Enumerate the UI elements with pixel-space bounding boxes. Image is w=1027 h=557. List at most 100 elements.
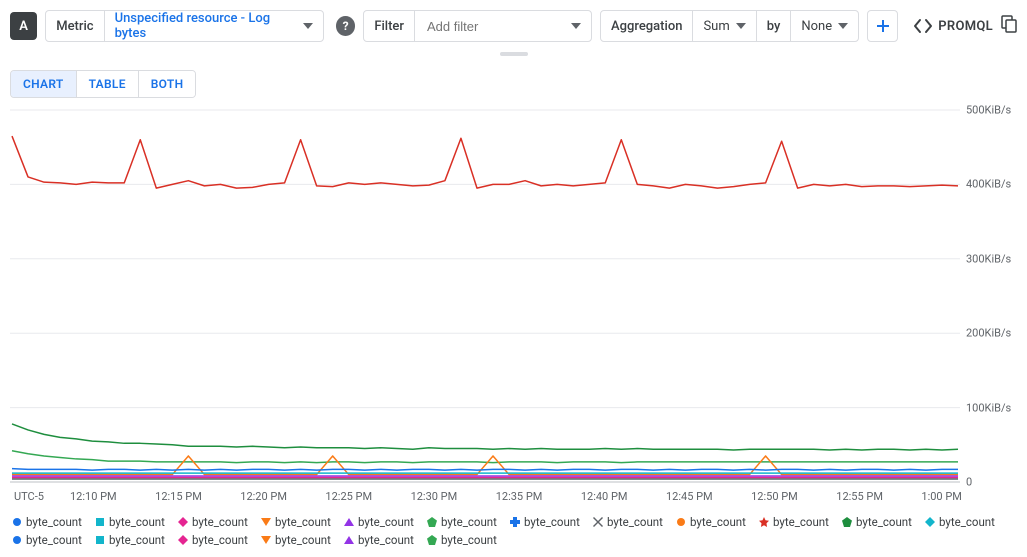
code-icon <box>914 19 932 33</box>
y-tick-label: 100KiB/s <box>966 401 1011 414</box>
x-tick-label: 12:15 PM <box>155 490 202 503</box>
legend-label: byte_count <box>939 515 995 529</box>
legend-label: byte_count <box>441 533 497 547</box>
plus-icon <box>875 18 891 34</box>
legend-label: byte_count <box>441 515 497 529</box>
chart-area: 0100KiB/s200KiB/s300KiB/s400KiB/s500KiB/… <box>10 106 1017 486</box>
legend-item[interactable]: byte_count <box>95 533 178 547</box>
x-tick-label: 12:35 PM <box>496 490 543 503</box>
aggregation-value[interactable]: Sum <box>693 11 756 41</box>
legend-item[interactable]: byte_count <box>842 515 925 529</box>
legend-item[interactable]: byte_count <box>261 533 344 547</box>
legend-item[interactable]: byte_count <box>12 515 95 529</box>
legend-marker-icon <box>676 517 686 527</box>
y-tick-label: 400KiB/s <box>966 178 1011 191</box>
legend-label: byte_count <box>358 515 414 529</box>
legend-item[interactable]: byte_count <box>178 533 261 547</box>
legend-item[interactable]: byte_count <box>593 515 676 529</box>
legend-label: byte_count <box>26 533 82 547</box>
x-axis: UTC-5 12:10 PM12:15 PM12:20 PM12:25 PM12… <box>10 486 1017 511</box>
y-axis-labels: 0100KiB/s200KiB/s300KiB/s400KiB/s500KiB/… <box>962 106 1017 486</box>
legend-label: byte_count <box>607 515 663 529</box>
y-tick-label: 0 <box>966 476 972 489</box>
chevron-down-icon <box>303 23 313 29</box>
legend-marker-icon <box>178 517 188 527</box>
tab-both[interactable]: BOTH <box>139 71 196 97</box>
legend-item[interactable]: byte_count <box>344 515 427 529</box>
legend-item[interactable]: byte_count <box>676 515 759 529</box>
x-tick-label: 12:55 PM <box>836 490 883 503</box>
legend-marker-icon <box>427 535 437 545</box>
legend-item[interactable]: byte_count <box>510 515 593 529</box>
legend-item[interactable]: byte_count <box>427 515 510 529</box>
legend-marker-icon <box>95 517 105 527</box>
legend-label: byte_count <box>275 515 331 529</box>
y-tick-label: 500KiB/s <box>966 104 1011 117</box>
legend-marker-icon <box>344 517 354 527</box>
legend-item[interactable]: byte_count <box>344 533 427 547</box>
legend-label: byte_count <box>773 515 829 529</box>
chevron-down-icon <box>736 23 746 29</box>
legend-item[interactable]: byte_count <box>427 533 510 547</box>
add-query-button[interactable] <box>867 10 898 42</box>
metric-value-text: Unspecified resource - Log bytes <box>115 11 297 41</box>
legend-item[interactable]: byte_count <box>759 515 842 529</box>
x-axis-ticks: 12:10 PM12:15 PM12:20 PM12:25 PM12:30 PM… <box>70 490 962 503</box>
query-badge: A <box>10 12 37 40</box>
legend-marker-icon <box>261 535 271 545</box>
promql-label: PROMQL <box>938 19 993 34</box>
filter-input[interactable] <box>425 18 565 35</box>
line-chart[interactable] <box>10 106 962 486</box>
groupby-label: by <box>757 11 792 41</box>
groupby-value[interactable]: None <box>791 11 858 41</box>
x-tick-label: 12:40 PM <box>581 490 628 503</box>
chevron-down-icon <box>571 23 581 29</box>
timezone-label: UTC-5 <box>14 490 70 503</box>
legend-label: byte_count <box>275 533 331 547</box>
drag-handle[interactable] <box>10 52 1017 60</box>
filter-label: Filter <box>364 11 415 41</box>
metric-label: Metric <box>46 11 104 41</box>
x-tick-label: 12:20 PM <box>240 490 287 503</box>
groupby-value-text: None <box>801 19 832 34</box>
legend-marker-icon <box>344 535 354 545</box>
tab-chart[interactable]: CHART <box>11 71 77 97</box>
legend-label: byte_count <box>26 515 82 529</box>
legend-item[interactable]: byte_count <box>261 515 344 529</box>
filter-selector[interactable]: Filter <box>363 10 592 42</box>
filter-input-wrap[interactable] <box>415 11 591 41</box>
legend-marker-icon <box>95 535 105 545</box>
x-tick-label: 12:45 PM <box>666 490 713 503</box>
view-tabs: CHART TABLE BOTH <box>10 70 196 98</box>
legend-label: byte_count <box>192 515 248 529</box>
legend-item[interactable]: byte_count <box>95 515 178 529</box>
metric-selector[interactable]: Metric Unspecified resource - Log bytes <box>45 10 324 42</box>
copy-button[interactable] <box>1001 15 1017 37</box>
tab-table[interactable]: TABLE <box>77 71 139 97</box>
legend-label: byte_count <box>358 533 414 547</box>
legend-label: byte_count <box>109 515 165 529</box>
legend-label: byte_count <box>109 533 165 547</box>
legend-marker-icon <box>427 517 437 527</box>
x-tick-label: 12:25 PM <box>325 490 372 503</box>
legend-item[interactable]: byte_count <box>925 515 1008 529</box>
help-icon[interactable]: ? <box>336 16 355 36</box>
promql-button[interactable]: PROMQL <box>914 19 993 34</box>
legend-marker-icon <box>759 517 769 527</box>
x-tick-label: 1:00 PM <box>921 490 961 503</box>
aggregation-selector[interactable]: Aggregation Sum by None <box>600 10 859 42</box>
legend-item[interactable]: byte_count <box>178 515 261 529</box>
metric-value[interactable]: Unspecified resource - Log bytes <box>105 11 323 41</box>
legend-marker-icon <box>842 517 852 527</box>
aggregation-value-text: Sum <box>703 19 729 34</box>
legend-marker-icon <box>12 535 22 545</box>
legend-marker-icon <box>925 517 935 527</box>
legend-item[interactable]: byte_count <box>12 533 95 547</box>
legend-marker-icon <box>593 517 603 527</box>
chart-legend: byte_count byte_count byte_count byte_count… <box>10 511 1017 547</box>
query-toolbar: A Metric Unspecified resource - Log byte… <box>10 10 1017 52</box>
x-tick-label: 12:30 PM <box>411 490 458 503</box>
legend-marker-icon <box>12 517 22 527</box>
legend-marker-icon <box>178 535 188 545</box>
legend-label: byte_count <box>192 533 248 547</box>
